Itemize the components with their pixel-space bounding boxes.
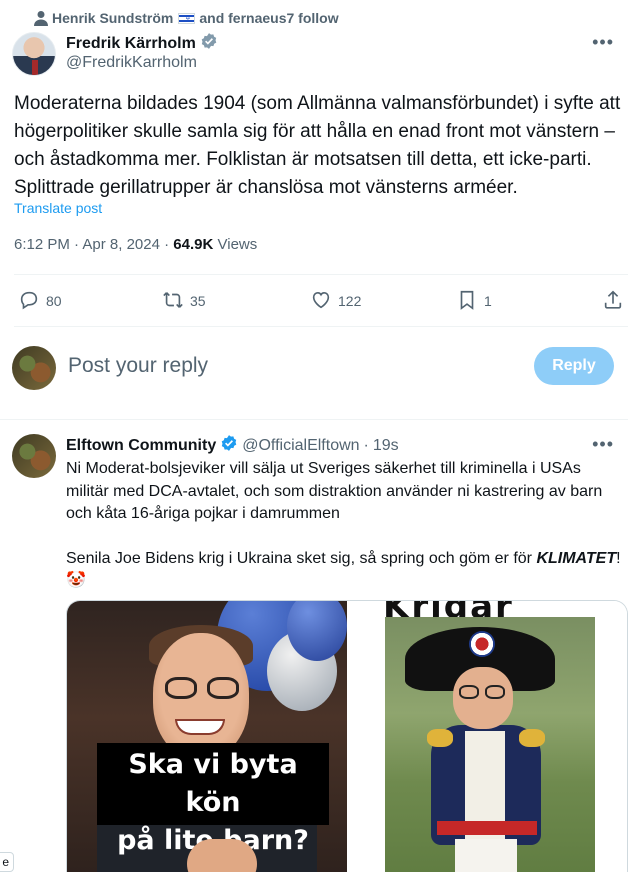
reply-count: 80: [46, 293, 62, 309]
translate-post-link[interactable]: Translate post: [14, 200, 102, 216]
reply-text: Ni Moderat-bolsjeviker vill sälja ut Sve…: [66, 458, 624, 593]
reply-author-handle[interactable]: @OfficialElftown: [242, 437, 359, 455]
reply-tweet[interactable]: Elftown Community @OfficialElftown · 19s…: [0, 420, 628, 872]
like-action[interactable]: 122: [310, 289, 361, 314]
share-icon: [602, 289, 624, 314]
more-options-icon[interactable]: •••: [592, 434, 614, 455]
repost-action[interactable]: 35: [162, 289, 206, 314]
reply-paragraph-2-bold: KLIMATET: [536, 549, 617, 567]
repost-count: 35: [190, 293, 206, 309]
avatar[interactable]: [12, 32, 56, 76]
meme-caption: Ska vi byta kön på lite barn?: [97, 743, 329, 856]
divider: [14, 274, 628, 275]
tweet-author-row: Fredrik Kärrholm @FredrikKarrholm •••: [12, 30, 614, 78]
meta-separator-2: ·: [164, 236, 170, 253]
divider: [14, 326, 628, 327]
reply-paragraph-2: Senila Joe Bidens krig i Ukraina sket si…: [66, 548, 624, 593]
meme-caption-line-1: Ska vi byta kön: [128, 749, 298, 818]
author-name[interactable]: Fredrik Kärrholm: [66, 35, 196, 53]
reply-compose: Post your reply Reply: [12, 346, 614, 390]
share-action[interactable]: [602, 289, 624, 314]
reply-media[interactable]: Ska vi byta kön på lite barn? Krigar: [66, 600, 628, 872]
social-context-suffix[interactable]: and fernaeus7 follow: [199, 10, 338, 26]
current-user-avatar[interactable]: [12, 346, 56, 390]
repost-icon: [162, 289, 184, 314]
author-handle[interactable]: @FredrikKarrholm: [66, 54, 197, 72]
reply-time[interactable]: 19s: [373, 437, 399, 455]
more-options-icon[interactable]: •••: [592, 32, 614, 53]
reply-author-name[interactable]: Elftown Community: [66, 437, 216, 455]
bookmark-icon: [456, 289, 478, 314]
views-label: Views: [217, 236, 258, 253]
reply-button[interactable]: Reply: [534, 347, 614, 385]
reply-paragraph-2-text: Senila Joe Bidens krig i Ukraina sket si…: [66, 549, 537, 567]
left-edge-tab[interactable]: e: [0, 852, 14, 872]
media-image-right[interactable]: Krigar: [347, 601, 627, 872]
tweet-date[interactable]: Apr 8, 2024: [82, 236, 160, 253]
tweet-actions: 80 35 122 1: [14, 286, 622, 316]
heart-icon: [310, 289, 332, 314]
person-icon: [34, 10, 48, 29]
reply-input[interactable]: Post your reply: [68, 354, 208, 378]
verified-badge-icon[interactable]: [200, 32, 218, 55]
reply-action[interactable]: 80: [18, 289, 62, 314]
meta-separator: ·: [74, 236, 80, 253]
israel-flag-icon: ✡: [178, 12, 196, 24]
bookmark-action[interactable]: 1: [456, 289, 492, 314]
tweet-time[interactable]: 6:12 PM: [14, 236, 70, 253]
media-image-left[interactable]: Ska vi byta kön på lite barn?: [67, 601, 347, 872]
reply-author-row: Elftown Community @OfficialElftown · 19s: [66, 434, 399, 457]
author-name-block[interactable]: Fredrik Kärrholm: [66, 32, 218, 55]
views-count[interactable]: 64.9K: [173, 236, 213, 253]
tweet-text: Moderaterna bildades 1904 (som Allmänna …: [14, 93, 621, 198]
bookmark-count: 1: [484, 293, 492, 309]
tweet-meta: 6:12 PM · Apr 8, 2024 · 64.9K Views: [14, 236, 257, 253]
social-context-name[interactable]: Henrik Sundström: [52, 10, 173, 26]
reply-separator: ·: [363, 436, 369, 454]
reply-author-avatar[interactable]: [12, 434, 56, 478]
reply-icon: [18, 289, 40, 314]
social-context: Henrik Sundström ✡ and fernaeus7 follow: [34, 8, 339, 28]
like-count: 122: [338, 293, 362, 309]
reply-paragraph-1: Ni Moderat-bolsjeviker vill sälja ut Sve…: [66, 460, 603, 522]
verified-badge-icon[interactable]: [220, 434, 238, 457]
